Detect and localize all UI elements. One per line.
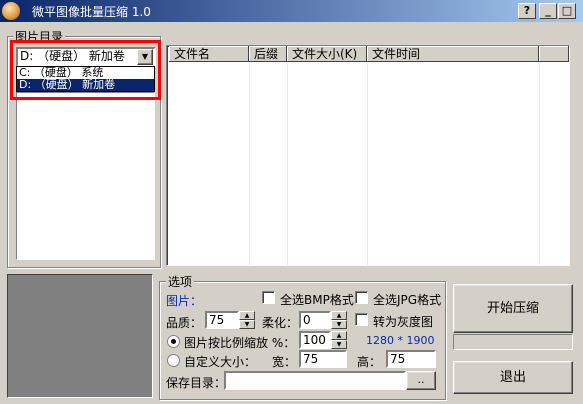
help-button[interactable]: ? <box>518 3 536 19</box>
select-bmp-checkbox[interactable] <box>262 291 275 304</box>
app-logo-icon <box>2 2 20 20</box>
start-compress-button[interactable]: 开始压缩 <box>453 284 573 333</box>
stepper-up-icon[interactable]: ▲ <box>331 331 347 340</box>
column-header-time[interactable]: 文件时间 <box>367 46 539 62</box>
minimize-button[interactable]: _ <box>539 3 557 19</box>
stepper-up-icon[interactable]: ▲ <box>239 311 255 320</box>
quality-label: 品质： <box>166 316 203 330</box>
window-title: 微平图像批量压缩 1.0 <box>32 5 151 19</box>
quality-stepper[interactable]: ▲ ▼ <box>239 311 255 329</box>
options-group-label: 选项 <box>166 273 195 290</box>
select-bmp-label[interactable]: 全选BMP格式 <box>280 291 354 308</box>
progress-bar <box>453 334 573 350</box>
picture-label: 图片： <box>166 294 203 308</box>
highlight-box <box>10 40 161 100</box>
file-table[interactable]: 文件名 后缀 文件大小(K) 文件时间 <box>166 45 570 266</box>
grayscale-checkbox[interactable] <box>355 313 368 326</box>
width-label: 宽： <box>272 355 297 369</box>
soften-stepper[interactable]: ▲ ▼ <box>331 311 347 329</box>
directory-tree[interactable] <box>16 92 155 260</box>
grid-line <box>367 63 368 265</box>
soften-input[interactable]: 0 <box>299 311 331 329</box>
browse-button[interactable]: .. <box>406 371 436 390</box>
scale-stepper[interactable]: ▲ ▼ <box>331 331 347 349</box>
quality-input[interactable]: 75 <box>205 311 239 329</box>
scale-input[interactable]: 100 <box>299 331 331 349</box>
scale-radio[interactable] <box>167 335 180 348</box>
width-input[interactable]: 75 <box>299 350 347 368</box>
title-bar[interactable]: 微平图像批量压缩 1.0 ? _ □ <box>0 0 583 22</box>
maximize-button[interactable]: □ <box>558 3 576 19</box>
soften-label: 柔化： <box>262 316 299 330</box>
grid-line <box>249 63 250 265</box>
grid-line <box>539 63 540 265</box>
height-input[interactable]: 75 <box>386 350 436 368</box>
height-label: 高： <box>357 355 382 369</box>
column-header-size[interactable]: 文件大小(K) <box>287 46 367 62</box>
grid-line <box>287 63 288 265</box>
column-header-filename[interactable]: 文件名 <box>169 46 249 62</box>
save-dir-label: 保存目录： <box>166 376 227 390</box>
column-header-ext[interactable]: 后缀 <box>249 46 287 62</box>
select-jpg-checkbox[interactable] <box>355 291 368 304</box>
stepper-up-icon[interactable]: ▲ <box>331 311 347 320</box>
stepper-down-icon[interactable]: ▼ <box>331 320 347 329</box>
app-window: 微平图像批量压缩 1.0 ? _ □ 图片目录 D: （硬盘） 新加卷 ▼ C:… <box>0 0 583 404</box>
scale-label[interactable]: 图片按比例缩放 %： <box>184 334 295 351</box>
save-dir-input[interactable] <box>224 371 406 390</box>
exit-button[interactable]: 退出 <box>453 361 573 394</box>
stepper-down-icon[interactable]: ▼ <box>331 340 347 349</box>
custom-size-label[interactable]: 自定义大小： <box>184 353 256 370</box>
dimensions-text: 1280 * 1900 <box>366 334 435 347</box>
image-preview <box>7 274 153 398</box>
column-header-filler <box>539 46 569 62</box>
grayscale-label[interactable]: 转为灰度图 <box>373 313 433 330</box>
select-jpg-label[interactable]: 全选JPG格式 <box>373 291 441 308</box>
stepper-down-icon[interactable]: ▼ <box>239 320 255 329</box>
custom-size-radio[interactable] <box>167 354 180 367</box>
